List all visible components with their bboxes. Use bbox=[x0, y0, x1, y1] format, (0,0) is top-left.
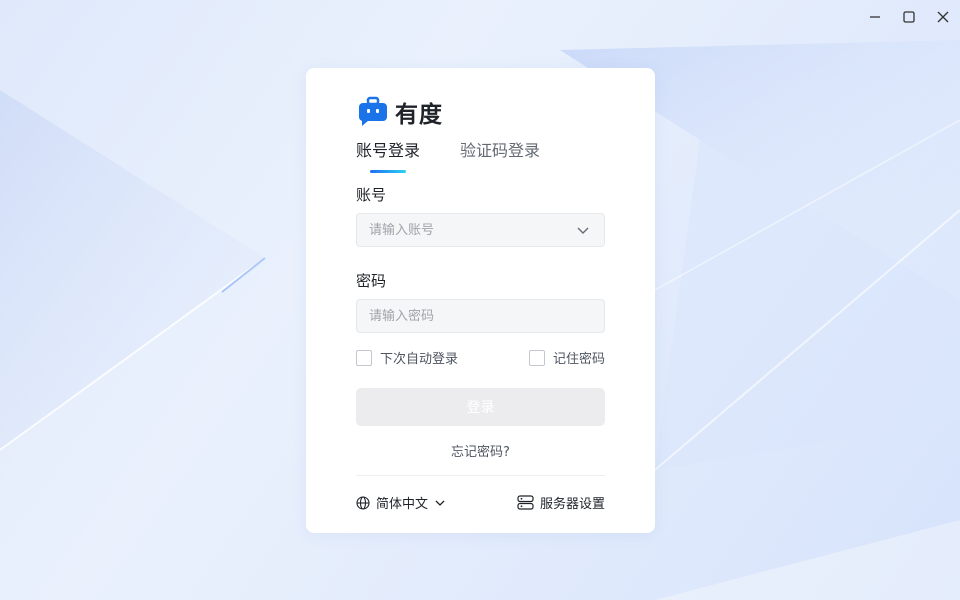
auto-login-checkbox[interactable] bbox=[356, 349, 372, 366]
account-label: 账号 bbox=[356, 186, 387, 204]
remember-password-checkbox[interactable] bbox=[529, 349, 545, 366]
auto-login-label: 下次自动登录 bbox=[380, 352, 459, 367]
close-icon bbox=[937, 11, 949, 23]
chevron-down-icon bbox=[435, 500, 445, 506]
minimize-icon bbox=[870, 16, 880, 18]
server-settings-label: 服务器设置 bbox=[539, 497, 605, 512]
language-selector[interactable]: 简体中文 bbox=[356, 493, 446, 512]
minimize-button[interactable] bbox=[858, 0, 892, 34]
forgot-password-link[interactable]: 忘记密码? bbox=[306, 441, 655, 460]
briefcase-chat-logo bbox=[359, 96, 387, 126]
auto-login-option[interactable]: 下次自动登录 bbox=[356, 348, 458, 367]
language-label: 简体中文 bbox=[376, 497, 429, 512]
tab-code-login[interactable]: 验证码登录 bbox=[460, 140, 540, 162]
login-card: 有度 账号登录 验证码登录 账号 密码 下次自动登录 记住密码 登录 忘记密码?… bbox=[306, 68, 655, 533]
chevron-down-icon[interactable] bbox=[575, 222, 591, 238]
password-label: 密码 bbox=[356, 272, 387, 290]
account-input[interactable] bbox=[356, 213, 605, 247]
window-controls bbox=[858, 0, 960, 34]
globe-icon bbox=[356, 495, 370, 510]
close-button[interactable] bbox=[926, 0, 960, 34]
remember-password-option[interactable]: 记住密码 bbox=[529, 348, 605, 367]
brand: 有度 bbox=[357, 95, 443, 129]
remember-password-label: 记住密码 bbox=[553, 352, 606, 367]
login-button[interactable]: 登录 bbox=[356, 388, 605, 426]
password-input[interactable] bbox=[356, 299, 605, 333]
maximize-icon bbox=[903, 11, 915, 23]
divider bbox=[356, 475, 605, 476]
server-settings-button[interactable]: 服务器设置 bbox=[517, 493, 605, 512]
brand-name: 有度 bbox=[395, 102, 443, 128]
login-tabs: 账号登录 验证码登录 bbox=[356, 140, 540, 162]
tab-account-login[interactable]: 账号登录 bbox=[356, 140, 420, 162]
maximize-button[interactable] bbox=[892, 0, 926, 34]
active-tab-indicator bbox=[370, 170, 406, 173]
server-icon bbox=[517, 495, 534, 510]
